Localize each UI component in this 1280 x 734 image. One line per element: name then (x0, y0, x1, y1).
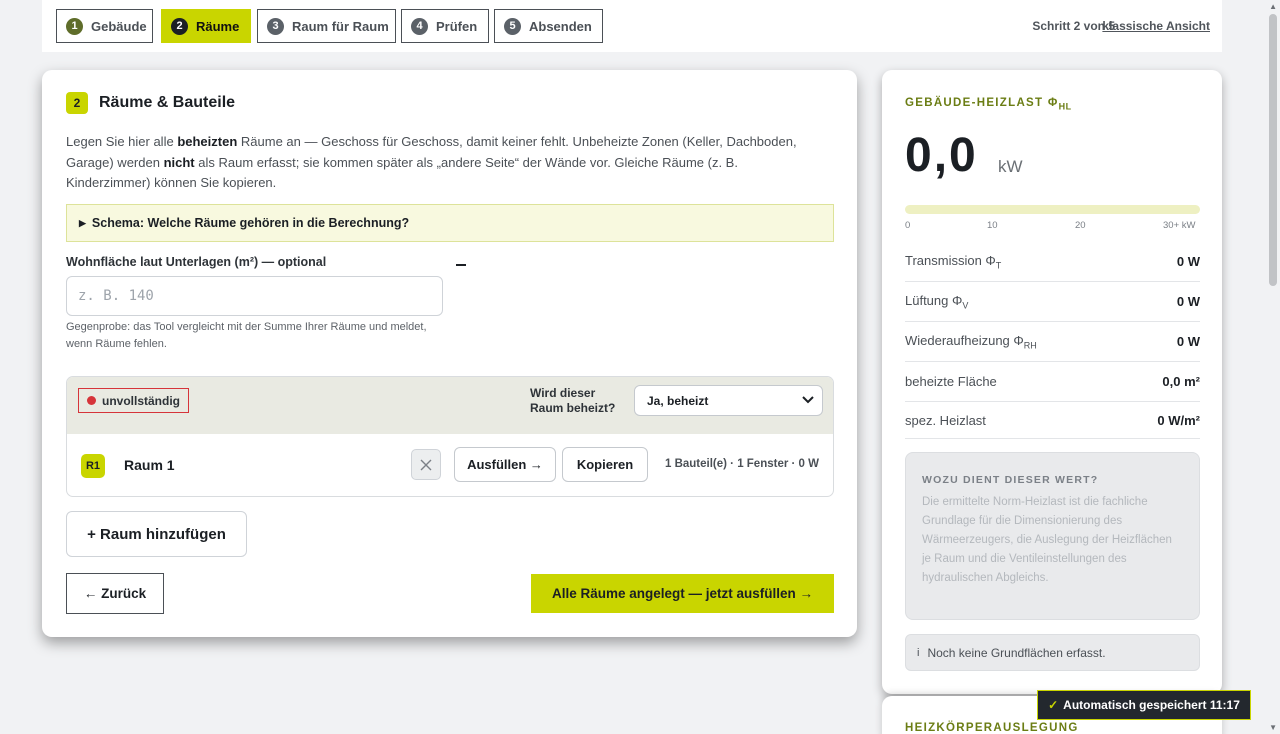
note-box: i Noch keine Grundflächen erfasst. (905, 634, 1200, 671)
heating-load-title: GEBÄUDE-HEIZLAST ΦHL (905, 97, 1072, 112)
room-summary: 1 Bauteil(e) · 1 Fenster · 0 W (664, 458, 819, 470)
room-card: unvollständig Wird dieser Raum beheizt? … (66, 376, 834, 497)
info-title: WOZU DIENT DIESER WERT? (922, 474, 1099, 486)
next-button[interactable]: Alle Räume angelegt — jetzt ausfüllen → (531, 574, 834, 613)
row-label: beheizte Fläche (905, 374, 997, 389)
classic-view-link[interactable]: klassische Ansicht (1102, 19, 1210, 33)
status-text: unvollständig (102, 393, 180, 408)
scale-tick: 20 (1075, 220, 1086, 231)
schema-disclosure[interactable]: ▶ Schema: Welche Räume gehören in die Be… (66, 204, 834, 242)
row-specific-load: spez. Heizlast 0 W/m² (905, 402, 1200, 439)
row-value: 0,0 m² (1162, 374, 1200, 389)
disclosure-triangle-icon: ▶ (79, 217, 86, 228)
dash-mark (456, 264, 466, 266)
chevron-down-icon (802, 395, 814, 407)
living-area-label: Wohnfläche laut Unterlagen (m²) — option… (66, 255, 327, 269)
heating-load-scale (905, 205, 1200, 214)
step-label: Absenden (529, 18, 592, 34)
row-value: 0 W (1176, 254, 1200, 269)
row-label: spez. Heizlast (905, 412, 986, 428)
step-gebaeude[interactable]: 1 Gebäude (56, 9, 153, 43)
scale-tick: 30+ kW (1163, 220, 1196, 231)
step-absenden[interactable]: 5 Absenden (494, 9, 603, 43)
heated-select[interactable]: Ja, beheizt (634, 385, 823, 416)
heating-load-unit: kW (998, 157, 1023, 176)
step-number: 4 (411, 17, 428, 35)
radiator-panel-title: HEIZKÖRPERAUSLEGUNG (905, 722, 1079, 734)
error-dot-icon (87, 396, 96, 405)
heated-question-label: Wird dieser Raum beheizt? (530, 386, 616, 415)
step-label: Räume (196, 18, 240, 34)
row-label: Wiederaufheizung ΦRH (905, 332, 1037, 351)
heating-load-value: 0,0 (905, 129, 978, 182)
step-number: 1 (66, 17, 83, 35)
living-area-input[interactable] (66, 276, 443, 316)
row-reheating: Wiederaufheizung ΦRH 0 W (905, 322, 1200, 362)
scroll-down-icon[interactable]: ▼ (1269, 723, 1277, 732)
status-badge: unvollständig (78, 388, 189, 413)
step-raum-fuer-raum[interactable]: 3 Raum für Raum (257, 9, 396, 43)
row-value: 0 W (1176, 334, 1200, 349)
row-ventilation: Lüftung ΦV 0 W (905, 282, 1200, 322)
row-value: 0 W (1176, 294, 1200, 309)
row-label: Lüftung ΦV (905, 292, 969, 311)
intro-text: Legen Sie hier alle beheizten Räume an —… (66, 134, 797, 190)
info-box: WOZU DIENT DIESER WERT? Die ermittelte N… (905, 452, 1200, 620)
room-tag: R1 (81, 454, 105, 478)
scroll-thumb[interactable] (1269, 14, 1277, 286)
page-title: Räume & Bauteile (99, 94, 236, 111)
add-room-button[interactable]: + Raum hinzufügen (66, 511, 247, 557)
card-title: 2 Räume & Bauteile (66, 92, 235, 114)
row-value: 0 W/m² (1157, 412, 1200, 428)
room-row: R1 Raum 1 Ausfüllen → Kopieren 1 Bauteil… (67, 434, 833, 496)
room-card-header: unvollständig Wird dieser Raum beheizt? … (67, 377, 833, 434)
step-number: 2 (171, 17, 188, 35)
scrollbar[interactable]: ▲ ▼ (1266, 0, 1280, 734)
step-label: Raum für Raum (292, 18, 389, 34)
copy-room-button[interactable]: Kopieren (562, 447, 648, 482)
heated-select-value: Ja, beheizt (647, 393, 709, 408)
schema-label: Schema: Welche Räume gehören in die Bere… (91, 216, 410, 230)
scroll-up-icon[interactable]: ▲ (1269, 2, 1277, 11)
info-text: Die ermittelte Norm-Heizlast ist die fac… (922, 496, 1172, 584)
delete-room-button[interactable] (411, 449, 441, 480)
scale-tick: 0 (905, 220, 911, 231)
step-pruefen[interactable]: 4 Prüfen (401, 9, 489, 43)
step-number: 3 (267, 17, 284, 35)
row-label: Transmission ΦT (905, 252, 1002, 271)
check-icon: ✓ (1048, 698, 1059, 712)
heating-load-panel: GEBÄUDE-HEIZLAST ΦHL 0,0 kW 0 10 20 30+ … (882, 70, 1222, 694)
step-label: Prüfen (436, 18, 478, 34)
autosave-toast: ✓ Automatisch gespeichert 11:17 (1037, 690, 1251, 720)
row-transmission: Transmission ΦT 0 W (905, 242, 1200, 282)
section-number-badge: 2 (66, 92, 88, 114)
fill-room-button[interactable]: Ausfüllen → (454, 447, 556, 482)
close-icon (420, 459, 432, 470)
back-button[interactable]: ← Zurück (66, 573, 164, 614)
autosave-text: Automatisch gespeichert 11:17 (1063, 698, 1240, 712)
room-name[interactable]: Raum 1 (124, 457, 175, 473)
step-raeume[interactable]: 2 Räume (161, 9, 251, 43)
note-text: Noch keine Grundflächen erfasst. (927, 645, 1106, 660)
info-icon: i (917, 646, 920, 659)
row-heated-area: beheizte Fläche 0,0 m² (905, 362, 1200, 402)
stepper-bar: 1 Gebäude 2 Räume 3 Raum für Raum 4 Prüf… (42, 0, 1222, 52)
scale-tick: 10 (987, 220, 998, 231)
step-number: 5 (504, 17, 521, 35)
step-label: Gebäude (91, 18, 147, 34)
rooms-card: 2 Räume & Bauteile Legen Sie hier alle b… (42, 70, 857, 637)
living-area-hint: Gegenprobe: das Tool vergleicht mit der … (66, 321, 427, 350)
heating-load-breakdown: Transmission ΦT 0 W Lüftung ΦV 0 W Wiede… (905, 242, 1200, 439)
